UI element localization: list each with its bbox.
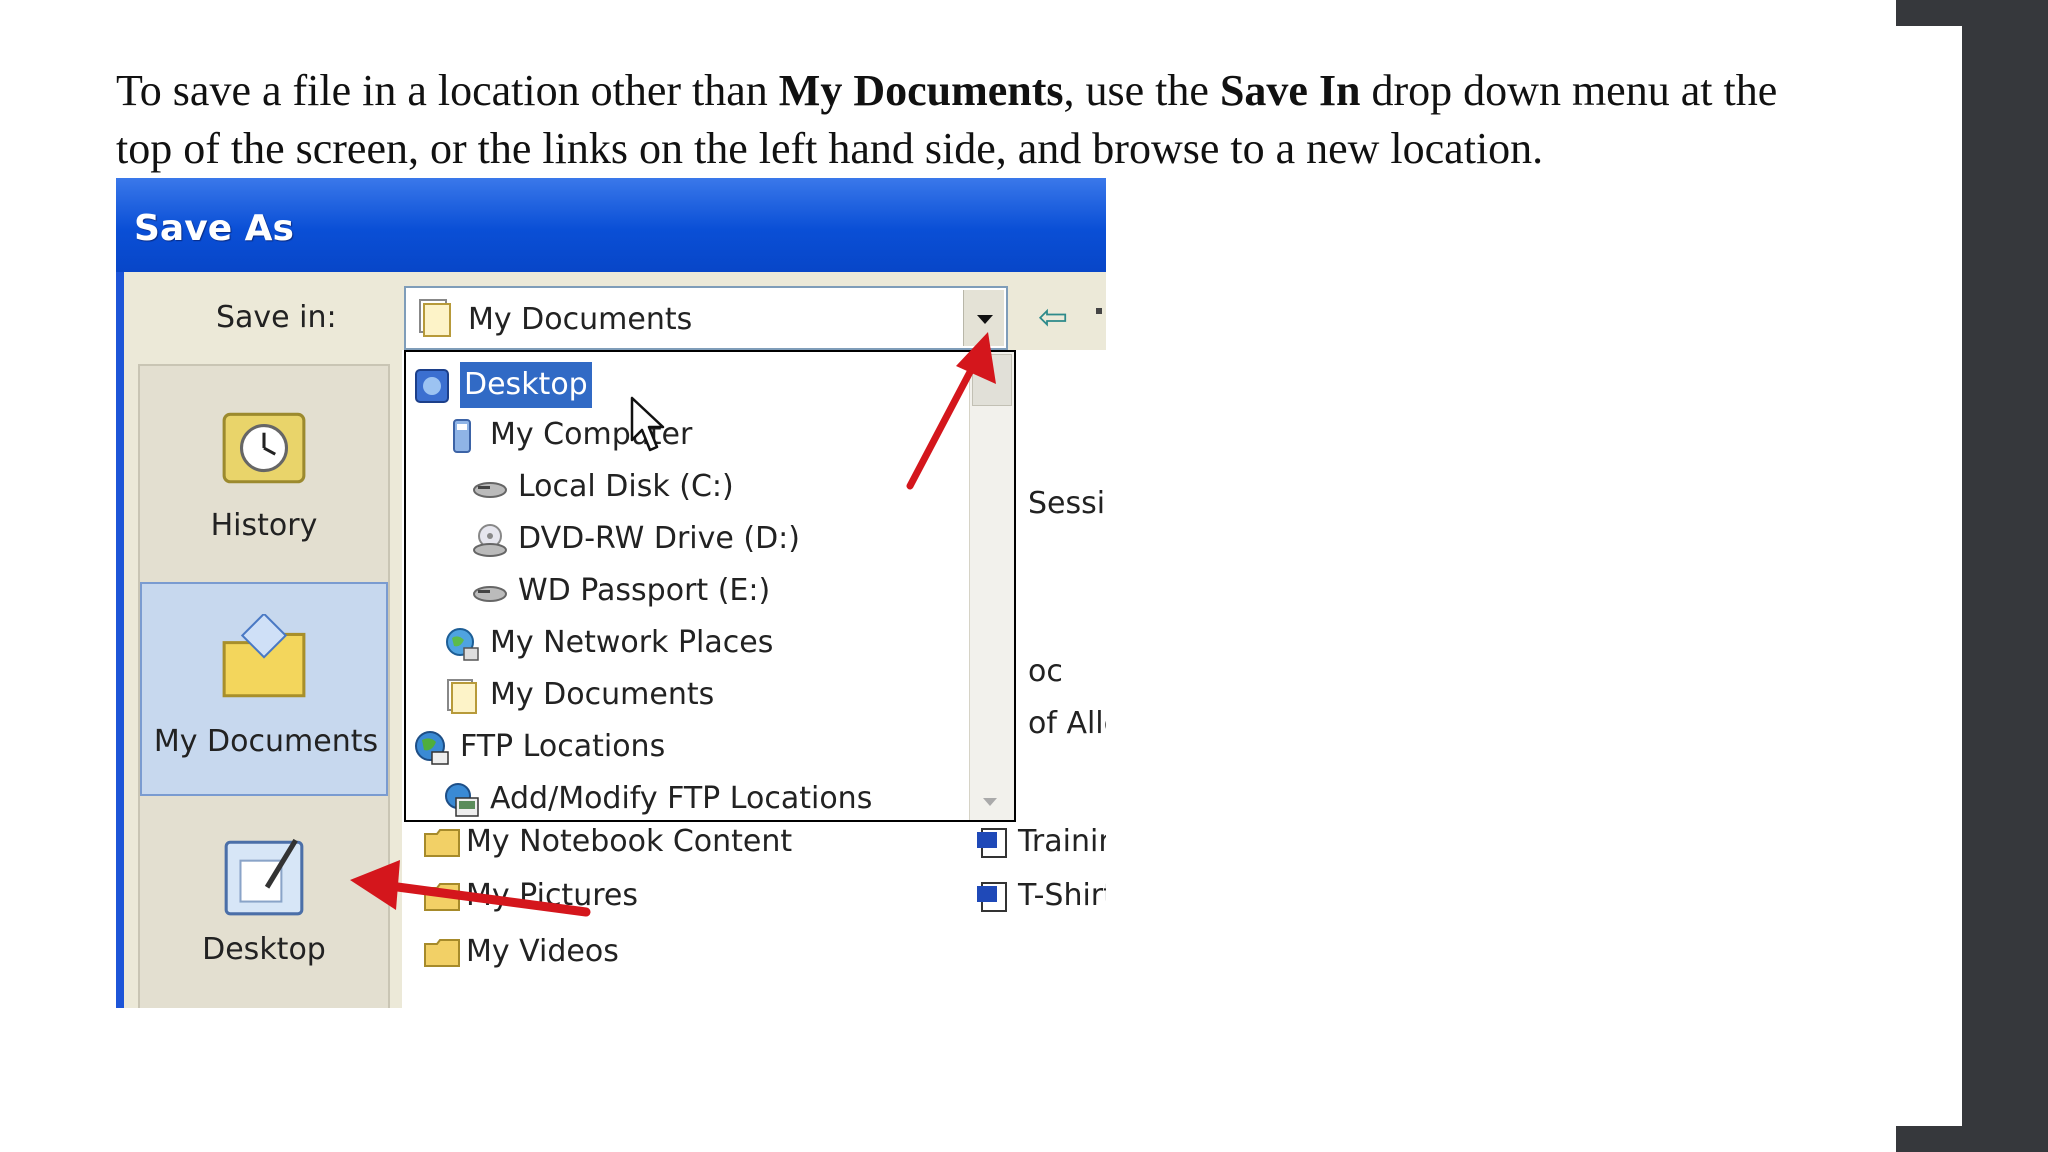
- network-places-icon: [446, 628, 479, 661]
- my-computer-icon: [453, 419, 471, 453]
- places-item-label: History: [210, 508, 318, 543]
- folder-icon: [424, 828, 460, 857]
- instruction-text: To save a file in a location other than …: [116, 66, 1778, 173]
- list-item[interactable]: My Pictures: [424, 878, 638, 913]
- dialog-titlebar[interactable]: Save As: [116, 178, 1106, 272]
- list-item[interactable]: Training Sign I: [976, 824, 1106, 859]
- places-item-label: Desktop: [202, 932, 326, 967]
- presentation-side-panel: [1896, 26, 1962, 1126]
- back-arrow-icon[interactable]: ⇦: [1038, 296, 1068, 338]
- toolbar-overflow[interactable]: [1096, 308, 1102, 314]
- save-in-label: Save in:: [216, 300, 337, 335]
- my-documents-icon: [419, 299, 451, 337]
- list-item[interactable]: My Notebook Content: [424, 824, 792, 859]
- list-item[interactable]: of Alle: [1028, 706, 1106, 741]
- word-doc-icon: [977, 827, 1007, 858]
- dvd-drive-icon: [473, 524, 507, 557]
- list-item[interactable]: oc: [1028, 654, 1063, 689]
- scroll-down-icon[interactable]: [983, 798, 997, 806]
- local-disk-icon: [473, 482, 507, 498]
- folder-icon: [424, 938, 460, 967]
- mouse-cursor-icon: [630, 396, 665, 452]
- list-item[interactable]: Sessic: [1028, 486, 1106, 521]
- desktop-icon: [415, 369, 449, 403]
- folder-icon: [424, 882, 460, 911]
- save-in-dropdown-list: Desktop My Computer Local Disk (C:) DVD-…: [404, 350, 1016, 822]
- places-item-desktop[interactable]: Desktop: [140, 810, 388, 1008]
- places-bar: History My Documents Desktop: [138, 364, 390, 1008]
- ftp-add-icon: [445, 783, 479, 817]
- dialog-border: [116, 272, 124, 1008]
- chevron-down-icon: [977, 315, 993, 324]
- history-icon: [222, 412, 306, 484]
- places-item-history[interactable]: History: [140, 386, 388, 566]
- word-doc-icon: [977, 881, 1007, 912]
- dropdown-arrow-button[interactable]: [963, 290, 1004, 346]
- my-documents-icon: [222, 614, 306, 698]
- ftp-icon: [415, 731, 449, 765]
- list-item[interactable]: My Videos: [424, 934, 619, 969]
- list-item[interactable]: T-Shirt.doc: [976, 878, 1106, 913]
- save-in-dropdown[interactable]: My Documents: [404, 286, 1008, 350]
- save-in-value: My Documents: [468, 302, 693, 337]
- save-as-dialog: Save As Save in: My Documents ⇦ History: [116, 178, 1106, 1008]
- desktop-icon: [224, 838, 304, 916]
- places-item-my-documents[interactable]: My Documents: [140, 582, 388, 796]
- scrollbar-thumb[interactable]: [972, 354, 1012, 406]
- places-item-label: My Documents: [153, 724, 379, 759]
- dropdown-scrollbar[interactable]: [969, 352, 1014, 820]
- dialog-title: Save As: [134, 208, 294, 249]
- drive-icon: [473, 586, 507, 602]
- my-documents-icon: [447, 679, 477, 714]
